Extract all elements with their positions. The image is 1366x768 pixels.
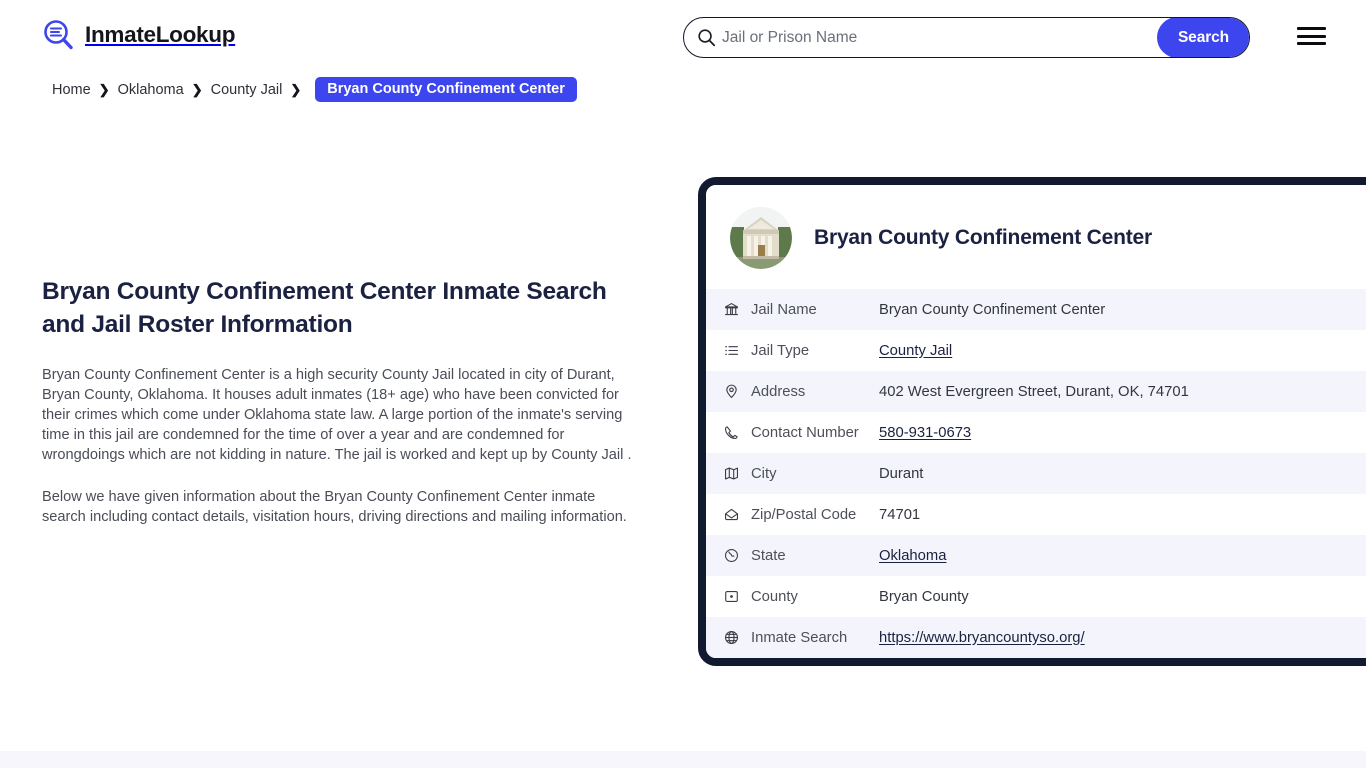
- envelope-icon: [723, 506, 751, 523]
- breadcrumb: Home ❯ Oklahoma ❯ County Jail ❯ Bryan Co…: [52, 77, 577, 102]
- courthouse-photo: [730, 207, 792, 269]
- description-paragraph-1: Bryan County Confinement Center is a hig…: [42, 367, 632, 464]
- globe-icon: [723, 547, 751, 564]
- row-label: Jail Name: [751, 301, 817, 318]
- chevron-right-icon: ❯: [290, 82, 302, 97]
- page-title: Bryan County Confinement Center Inmate S…: [42, 278, 607, 338]
- search-button[interactable]: Search: [1157, 18, 1249, 57]
- row-value: https://www.bryancountyso.org/: [879, 630, 1085, 646]
- chevron-right-icon: ❯: [98, 82, 110, 97]
- row-value: 580-931-0673: [879, 425, 971, 441]
- card-header: Bryan County Confinement Center: [706, 185, 1366, 289]
- search-bar[interactable]: Search: [683, 17, 1250, 58]
- card-title: Bryan County Confinement Center: [814, 226, 1152, 249]
- table-row: Address 402 West Evergreen Street, Duran…: [706, 371, 1366, 412]
- row-label: City: [751, 465, 777, 482]
- table-row: City Durant: [706, 453, 1366, 494]
- row-value: County Jail: [879, 343, 952, 359]
- table-row: Jail Type County Jail: [706, 330, 1366, 371]
- main-content: Bryan County Confinement Center Inmate S…: [42, 276, 638, 527]
- site-logo[interactable]: InmateLookup: [42, 18, 235, 52]
- row-label: Inmate Search: [751, 629, 848, 646]
- brand-name: InmateLookup: [85, 22, 236, 47]
- row-value: Bryan County Confinement Center: [879, 301, 1106, 318]
- map-icon: [723, 465, 751, 482]
- inmate-search-link[interactable]: https://www.bryancountyso.org/: [879, 630, 1085, 646]
- row-label: Jail Type: [751, 342, 810, 359]
- table-row: Zip/Postal Code 74701: [706, 494, 1366, 535]
- row-value: Bryan County: [879, 588, 969, 605]
- footer-band: [0, 751, 1366, 768]
- jail-info-card: Bryan County Confinement Center Jail Nam…: [698, 177, 1366, 666]
- jail-type-link[interactable]: County Jail: [879, 343, 952, 359]
- chevron-right-icon: ❯: [191, 82, 203, 97]
- row-value: Durant: [879, 465, 924, 482]
- page-root: InmateLookup Search Home ❯ Oklahoma ❯ Co…: [0, 0, 1366, 768]
- state-link[interactable]: Oklahoma: [879, 548, 946, 564]
- row-label: Contact Number: [751, 424, 859, 441]
- description-paragraph-2: Below we have given information about th…: [42, 489, 627, 526]
- site-header: InmateLookup Search: [0, 0, 1366, 74]
- table-row: Inmate Search https://www.bryancountyso.…: [706, 617, 1366, 658]
- breadcrumb-item-oklahoma[interactable]: Oklahoma: [118, 82, 184, 98]
- row-value: 402 West Evergreen Street, Durant, OK, 7…: [879, 383, 1189, 400]
- table-row: Jail Name Bryan County Confinement Cente…: [706, 289, 1366, 330]
- bank-icon: [723, 301, 751, 318]
- list-icon: [723, 342, 751, 359]
- phone-icon: [723, 424, 751, 441]
- row-label: Address: [751, 383, 806, 400]
- row-value: 74701: [879, 506, 921, 523]
- hamburger-line: [1297, 34, 1326, 38]
- row-label: Zip/Postal Code: [751, 506, 857, 523]
- row-label: State: [751, 547, 786, 564]
- row-value: Oklahoma: [879, 548, 946, 564]
- magnifier-list-icon: [42, 18, 76, 52]
- table-row: Contact Number 580-931-0673: [706, 412, 1366, 453]
- hamburger-line: [1297, 42, 1326, 45]
- hamburger-line: [1297, 27, 1326, 30]
- jail-info-table: Jail Name Bryan County Confinement Cente…: [706, 289, 1366, 658]
- photo-icon: [723, 588, 751, 605]
- table-row: State Oklahoma: [706, 535, 1366, 576]
- row-label: County: [751, 588, 798, 605]
- table-row: County Bryan County: [706, 576, 1366, 617]
- contact-number-link[interactable]: 580-931-0673: [879, 425, 971, 441]
- hamburger-menu-icon[interactable]: [1297, 24, 1327, 48]
- map-pin-icon: [723, 383, 751, 400]
- breadcrumb-current: Bryan County Confinement Center: [315, 77, 577, 102]
- breadcrumb-item-county-jail[interactable]: County Jail: [211, 82, 283, 98]
- search-input[interactable]: [722, 18, 1157, 57]
- web-icon: [723, 629, 751, 646]
- search-icon: [684, 18, 722, 57]
- breadcrumb-item-home[interactable]: Home: [52, 82, 91, 98]
